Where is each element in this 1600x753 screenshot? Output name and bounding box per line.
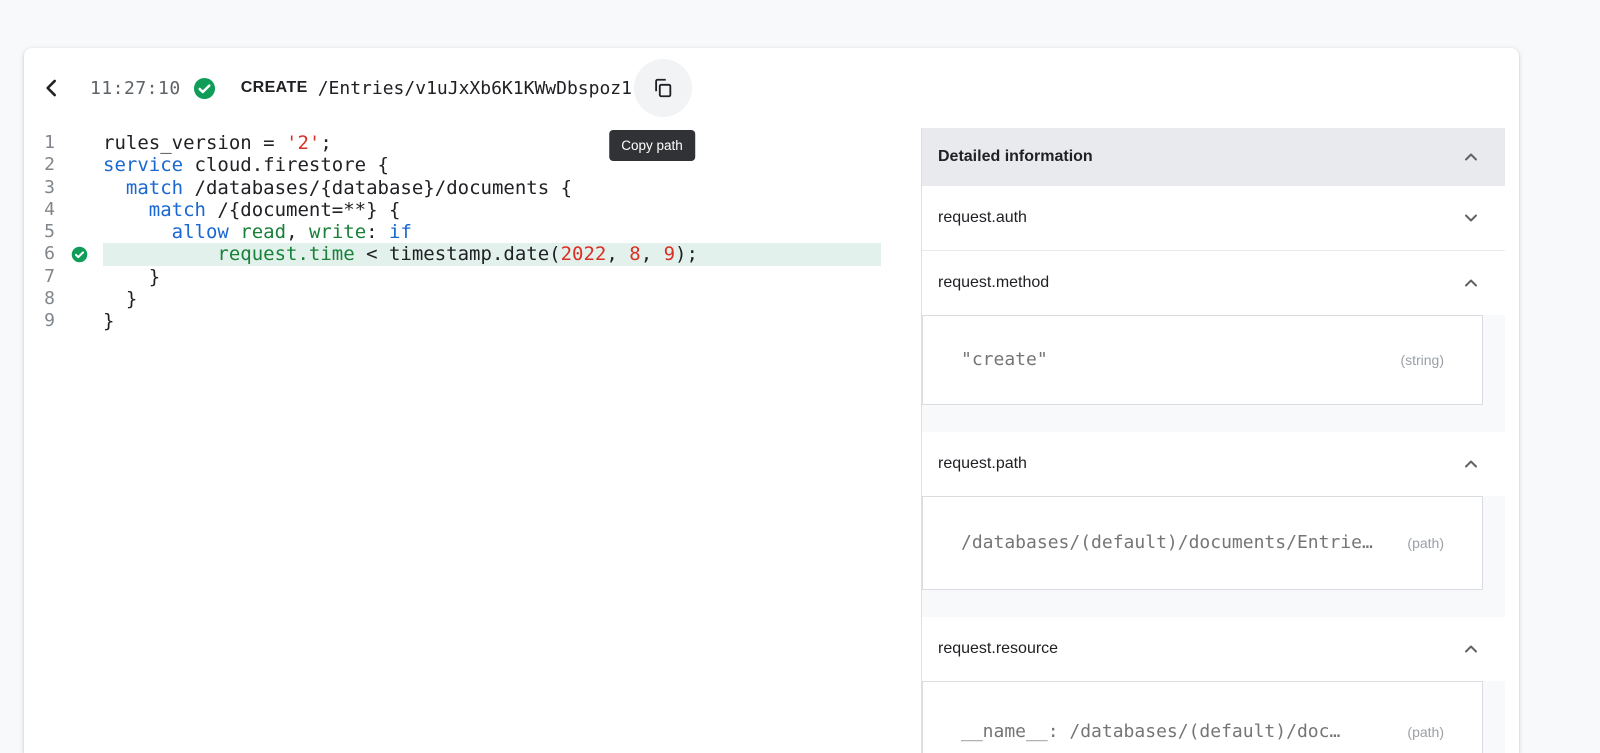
detailed-information-header[interactable]: Detailed information	[922, 128, 1505, 186]
code-line[interactable]: 1 rules_version = '2';	[24, 132, 921, 154]
line-number: 9	[24, 310, 55, 332]
section-header-request-path[interactable]: request.path	[922, 432, 1505, 496]
main-content: 1 rules_version = '2'; 2 service cloud.fire…	[24, 128, 1519, 753]
value-type-label: (path)	[1407, 530, 1444, 556]
code-line[interactable]: 8 }	[24, 288, 921, 310]
section-value: /databases/(default)/documents/Entrie…	[961, 530, 1373, 556]
code-line[interactable]: 3 match /databases/{database}/documents …	[24, 177, 921, 199]
section-gap	[922, 590, 1505, 617]
code-line-text: }	[103, 310, 921, 332]
details-sections: request.auth request.method "create" (strin…	[922, 186, 1505, 753]
toolbar: 11:27:10 CREATE /Entries/v1uJxXb6K1KWwDb…	[24, 48, 1519, 128]
line-number: 4	[24, 199, 55, 221]
value-type-label: (string)	[1400, 347, 1444, 373]
section-header-request-method[interactable]: request.method	[922, 251, 1505, 315]
code-line[interactable]: 5 allow read, write: if	[24, 221, 921, 243]
code-line[interactable]: 6 request.time < timestamp.date(2022, 8,…	[24, 243, 921, 265]
chevron-up-icon	[1459, 145, 1483, 169]
gutter-spacer	[55, 154, 103, 176]
gutter-spacer	[55, 132, 103, 154]
copy-icon	[652, 77, 674, 99]
code-line-text: rules_version = '2';	[103, 132, 921, 154]
line-number: 2	[24, 154, 55, 176]
gutter-spacer	[55, 288, 103, 310]
line-number: 7	[24, 266, 55, 288]
section-gap	[922, 405, 1505, 432]
gutter-spacer	[55, 310, 103, 332]
gutter-spacer	[55, 199, 103, 221]
gutter-spacer	[55, 177, 103, 199]
back-button[interactable]	[34, 68, 70, 108]
copy-path-tooltip: Copy path	[609, 130, 695, 161]
section-label: request.auth	[938, 209, 1027, 227]
request-timestamp: 11:27:10	[90, 78, 181, 99]
rules-playground-window: 11:27:10 CREATE /Entries/v1uJxXb6K1KWwDb…	[24, 48, 1519, 753]
section-label: request.resource	[938, 640, 1058, 658]
rule-match-check-icon	[55, 243, 103, 265]
code-line-text: request.time < timestamp.date(2022, 8, 9…	[103, 243, 881, 265]
code-line[interactable]: 7 }	[24, 266, 921, 288]
request-allowed-check-icon	[193, 77, 216, 100]
code-line-text: match /{document=**} {	[103, 199, 921, 221]
section-value: __name__: /databases/(default)/doc…	[961, 719, 1340, 745]
line-number: 3	[24, 177, 55, 199]
gutter-spacer	[55, 221, 103, 243]
chevron-up-icon	[1459, 637, 1483, 661]
section-label: request.method	[938, 274, 1049, 292]
code-line-text: service cloud.firestore {	[103, 154, 921, 176]
code-line-text: match /databases/{database}/documents {	[103, 177, 921, 199]
details-panel: Detailed information request.authrequest…	[921, 128, 1519, 753]
section-label: request.path	[938, 455, 1027, 473]
code-line[interactable]: 2 service cloud.firestore {	[24, 154, 921, 176]
value-type-label: (path)	[1407, 719, 1444, 745]
code-line-text: }	[103, 266, 921, 288]
line-number: 5	[24, 221, 55, 243]
request-method-label: CREATE	[241, 79, 308, 97]
code-line-text: allow read, write: if	[103, 221, 921, 243]
detailed-information-title: Detailed information	[938, 148, 1093, 166]
gutter-spacer	[55, 266, 103, 288]
code-line-text: }	[103, 288, 921, 310]
section-value: "create"	[961, 347, 1048, 373]
code-line[interactable]: 9}	[24, 310, 921, 332]
value-card-request-resource: __name__: /databases/(default)/doc… (path…	[922, 681, 1483, 753]
chevron-up-icon	[1459, 271, 1483, 295]
chevron-up-icon	[1459, 452, 1483, 476]
request-document-path: /Entries/v1uJxXb6K1KWwDbspoz1	[318, 78, 632, 99]
section-header-request-auth[interactable]: request.auth	[922, 186, 1505, 251]
line-number: 8	[24, 288, 55, 310]
section-header-request-resource[interactable]: request.resource	[922, 617, 1505, 681]
line-number: 1	[24, 132, 55, 154]
chevron-down-icon	[1459, 206, 1483, 230]
code-editor[interactable]: 1 rules_version = '2'; 2 service cloud.fire…	[24, 128, 921, 753]
value-card-request-method: "create" (string)	[922, 315, 1483, 405]
line-number: 6	[24, 243, 55, 265]
code-line[interactable]: 4 match /{document=**} {	[24, 199, 921, 221]
arrow-back-icon	[39, 75, 65, 101]
copy-path-button[interactable]	[634, 59, 692, 117]
details-panel-inner: Detailed information request.authrequest…	[922, 128, 1505, 753]
value-card-request-path: /databases/(default)/documents/Entrie… (p…	[922, 496, 1483, 590]
